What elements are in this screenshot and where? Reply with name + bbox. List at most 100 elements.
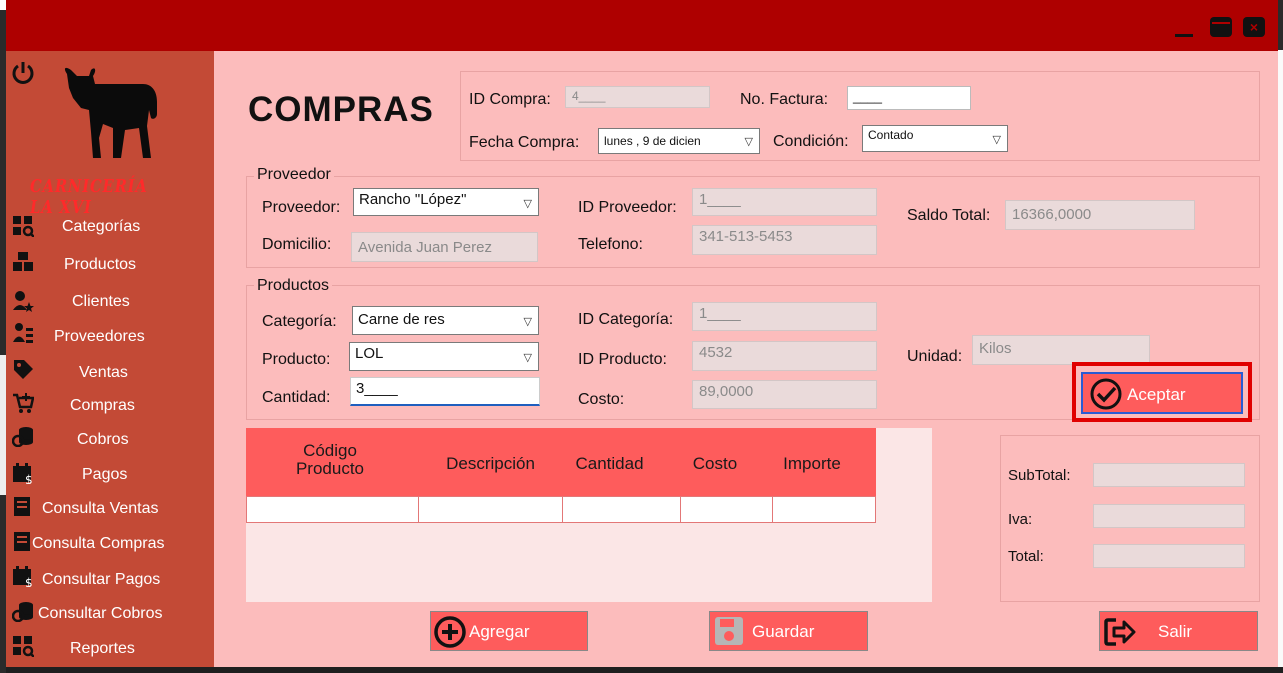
report-icon bbox=[12, 530, 34, 552]
sidebar-item-proveedores[interactable]: Proveedores bbox=[54, 328, 145, 346]
column-cantidad[interactable]: Cantidad bbox=[562, 454, 657, 474]
chevron-down-icon: ▽ bbox=[523, 198, 532, 210]
column-costo[interactable]: Costo bbox=[680, 454, 750, 474]
sidebar-item-consulta-ventas[interactable]: Consulta Ventas bbox=[42, 500, 159, 518]
chevron-down-icon: ▽ bbox=[992, 134, 1001, 146]
sidebar-item-categor-as[interactable]: Categorías bbox=[62, 218, 140, 236]
id-compra-field: 4____ bbox=[565, 86, 710, 108]
power-icon[interactable] bbox=[10, 60, 36, 91]
condicion-value: Contado bbox=[868, 128, 914, 142]
sidebar-item-ventas[interactable]: Ventas bbox=[79, 364, 128, 382]
sidebar-item-consulta-compras[interactable]: Consulta Compras bbox=[32, 535, 165, 553]
sidebar-item-reportes[interactable]: Reportes bbox=[70, 640, 135, 658]
column-codigo-producto[interactable]: Código Producto bbox=[270, 442, 390, 478]
salir-label: Salir bbox=[1158, 622, 1193, 641]
chevron-down-icon: ▽ bbox=[523, 316, 532, 328]
svg-text:$: $ bbox=[25, 576, 33, 587]
id-categoria-field: 1____ bbox=[692, 302, 877, 331]
svg-text:$: $ bbox=[25, 473, 33, 484]
unidad-field: Kilos bbox=[972, 335, 1150, 365]
categoria-select[interactable]: Carne de res ▽ bbox=[352, 306, 539, 335]
total-field bbox=[1093, 544, 1245, 568]
telefono-field: 341-513-5453 bbox=[692, 225, 877, 255]
chevron-down-icon: ▽ bbox=[744, 136, 753, 148]
id-proveedor-label: ID Proveedor: bbox=[578, 199, 677, 216]
save-icon bbox=[713, 615, 745, 652]
condicion-label: Condición: bbox=[773, 133, 849, 150]
sidebar-item-pagos[interactable]: Pagos bbox=[82, 466, 127, 484]
saldo-label: Saldo Total: bbox=[907, 207, 991, 224]
tag-icon bbox=[12, 358, 34, 380]
coins-icon bbox=[11, 600, 34, 623]
total-label: Total: bbox=[1008, 548, 1044, 565]
exit-arrow-icon bbox=[1103, 616, 1137, 653]
cell-divider bbox=[680, 496, 681, 523]
cantidad-label: Cantidad: bbox=[262, 389, 331, 406]
sidebar-item-clientes[interactable]: Clientes bbox=[72, 293, 130, 311]
calendar-dollar-icon: $ bbox=[12, 565, 34, 590]
agregar-button[interactable]: Agregar bbox=[430, 611, 588, 651]
page-title: COMPRAS bbox=[248, 90, 434, 129]
window-titlebar bbox=[6, 0, 1278, 51]
minimize-icon[interactable] bbox=[1175, 34, 1193, 37]
costo-field: 89,0000 bbox=[692, 380, 877, 409]
categoria-label: Categoría: bbox=[262, 313, 337, 330]
agregar-label: Agregar bbox=[469, 622, 530, 641]
report-icon bbox=[12, 495, 34, 517]
proveedor-group-title: Proveedor bbox=[254, 166, 334, 184]
fecha-value: lunes , 9 de dicien bbox=[604, 134, 701, 148]
id-categoria-label: ID Categoría: bbox=[578, 311, 674, 328]
salir-button[interactable]: Salir bbox=[1099, 611, 1258, 651]
sidebar-item-consultar-cobros[interactable]: Consultar Cobros bbox=[38, 605, 163, 623]
fecha-picker[interactable]: lunes , 9 de dicien ▽ bbox=[598, 128, 760, 154]
coins-icon bbox=[11, 425, 34, 448]
sidebar-item-cobros[interactable]: Cobros bbox=[77, 431, 129, 449]
table-row[interactable] bbox=[246, 496, 876, 523]
subtotal-label: SubTotal: bbox=[1008, 467, 1071, 484]
factura-label: No. Factura: bbox=[740, 91, 829, 108]
proveedor-value: Rancho "López" bbox=[359, 191, 467, 208]
proveedor-label: Proveedor: bbox=[262, 199, 341, 216]
purchase-header-group bbox=[460, 71, 1260, 161]
boxes-icon bbox=[12, 250, 34, 272]
fecha-label: Fecha Compra: bbox=[469, 134, 580, 151]
iva-label: Iva: bbox=[1008, 511, 1033, 528]
costo-label: Costo: bbox=[578, 391, 625, 408]
aceptar-button[interactable]: Aceptar bbox=[1081, 372, 1243, 414]
cell-divider bbox=[562, 496, 563, 523]
cantidad-input[interactable]: 3____ bbox=[350, 377, 540, 406]
proveedor-select[interactable]: Rancho "López" ▽ bbox=[353, 188, 539, 216]
brand-name: CARNICERÍA LA XVI bbox=[30, 176, 148, 218]
iva-field bbox=[1093, 504, 1245, 528]
guardar-button[interactable]: Guardar bbox=[709, 611, 868, 651]
column-importe[interactable]: Importe bbox=[772, 454, 852, 474]
condicion-select[interactable]: Contado ▽ bbox=[862, 125, 1008, 152]
close-icon[interactable]: × bbox=[1243, 17, 1265, 37]
sidebar-item-compras[interactable]: Compras bbox=[70, 397, 135, 415]
categories-icon bbox=[12, 215, 35, 238]
telefono-label: Telefono: bbox=[578, 236, 643, 253]
subtotal-field bbox=[1093, 463, 1245, 487]
supplier-icon bbox=[12, 322, 34, 344]
check-circle-icon bbox=[1089, 378, 1123, 415]
column-descripcion[interactable]: Descripción bbox=[418, 454, 563, 474]
factura-input[interactable]: ____ bbox=[847, 86, 971, 110]
bull-logo-icon bbox=[55, 62, 165, 167]
id-proveedor-field: 1____ bbox=[692, 188, 877, 216]
guardar-label: Guardar bbox=[752, 622, 815, 641]
maximize-icon[interactable] bbox=[1210, 17, 1232, 37]
cell-divider bbox=[418, 496, 419, 523]
producto-select[interactable]: LOL ▽ bbox=[349, 342, 539, 371]
aceptar-label: Aceptar bbox=[1127, 385, 1186, 404]
calendar-dollar-icon: $ bbox=[12, 462, 34, 487]
domicilio-label: Domicilio: bbox=[262, 236, 332, 253]
taskbar-edge bbox=[6, 667, 1283, 673]
producto-label: Producto: bbox=[262, 351, 331, 368]
producto-value: LOL bbox=[355, 345, 384, 362]
categories-icon bbox=[12, 635, 35, 658]
client-star-icon bbox=[12, 290, 34, 312]
categoria-value: Carne de res bbox=[358, 311, 445, 328]
sidebar-item-productos[interactable]: Productos bbox=[64, 256, 136, 274]
sidebar-item-consultar-pagos[interactable]: Consultar Pagos bbox=[42, 571, 160, 589]
unidad-label: Unidad: bbox=[907, 348, 963, 365]
